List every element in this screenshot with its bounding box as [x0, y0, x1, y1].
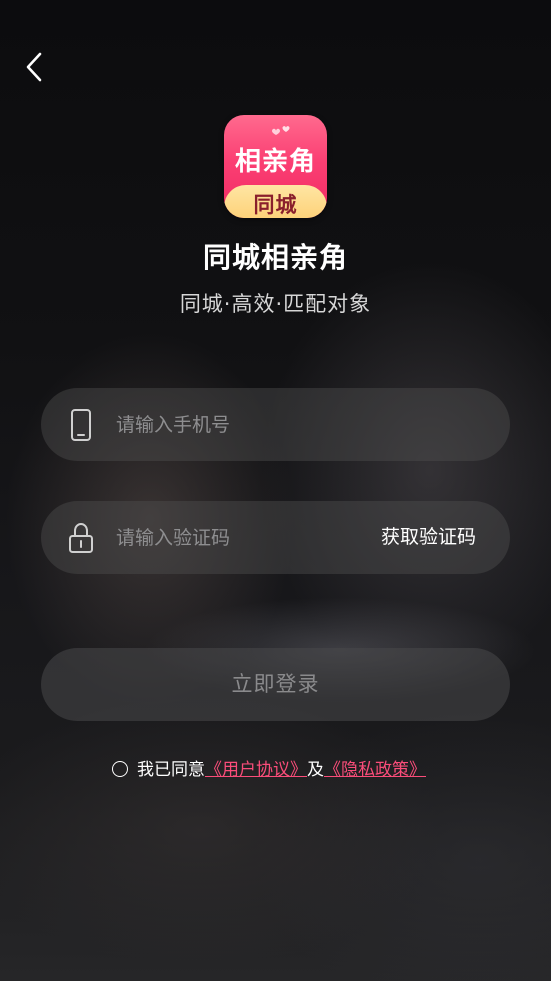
- logo-top-text: 相亲角: [234, 147, 316, 177]
- phone-icon: [71, 409, 91, 441]
- app-slogan: 同城·高效·匹配对象: [179, 292, 372, 316]
- phone-field[interactable]: [41, 388, 510, 461]
- code-input[interactable]: [116, 501, 366, 574]
- login-screen: 相亲角 同城 同城相亲角 同城·高效·匹配对象 获取验证码 立即登录 我已同意《…: [0, 0, 551, 981]
- agreement-conjunction: 及: [307, 760, 324, 780]
- logo-bottom-band: 同城: [224, 185, 327, 218]
- phone-input[interactable]: [116, 388, 486, 461]
- agreement-prefix: 我已同意: [137, 760, 205, 780]
- agreement-row: 我已同意《用户协议》及《隐私政策》: [112, 758, 426, 782]
- app-name: 同城相亲角: [202, 241, 348, 274]
- get-code-button[interactable]: 获取验证码: [381, 501, 476, 574]
- logo-bottom-text: 同城: [253, 193, 298, 217]
- lock-icon: [69, 522, 93, 553]
- back-button[interactable]: [18, 48, 52, 86]
- user-agreement-link[interactable]: 《用户协议》: [205, 760, 307, 780]
- login-button[interactable]: 立即登录: [41, 648, 510, 721]
- chevron-left-icon: [26, 52, 42, 82]
- agree-checkbox[interactable]: [112, 760, 128, 777]
- code-field[interactable]: 获取验证码: [41, 501, 510, 574]
- privacy-policy-link[interactable]: 《隐私政策》: [324, 760, 426, 780]
- app-logo: 相亲角 同城: [224, 115, 327, 218]
